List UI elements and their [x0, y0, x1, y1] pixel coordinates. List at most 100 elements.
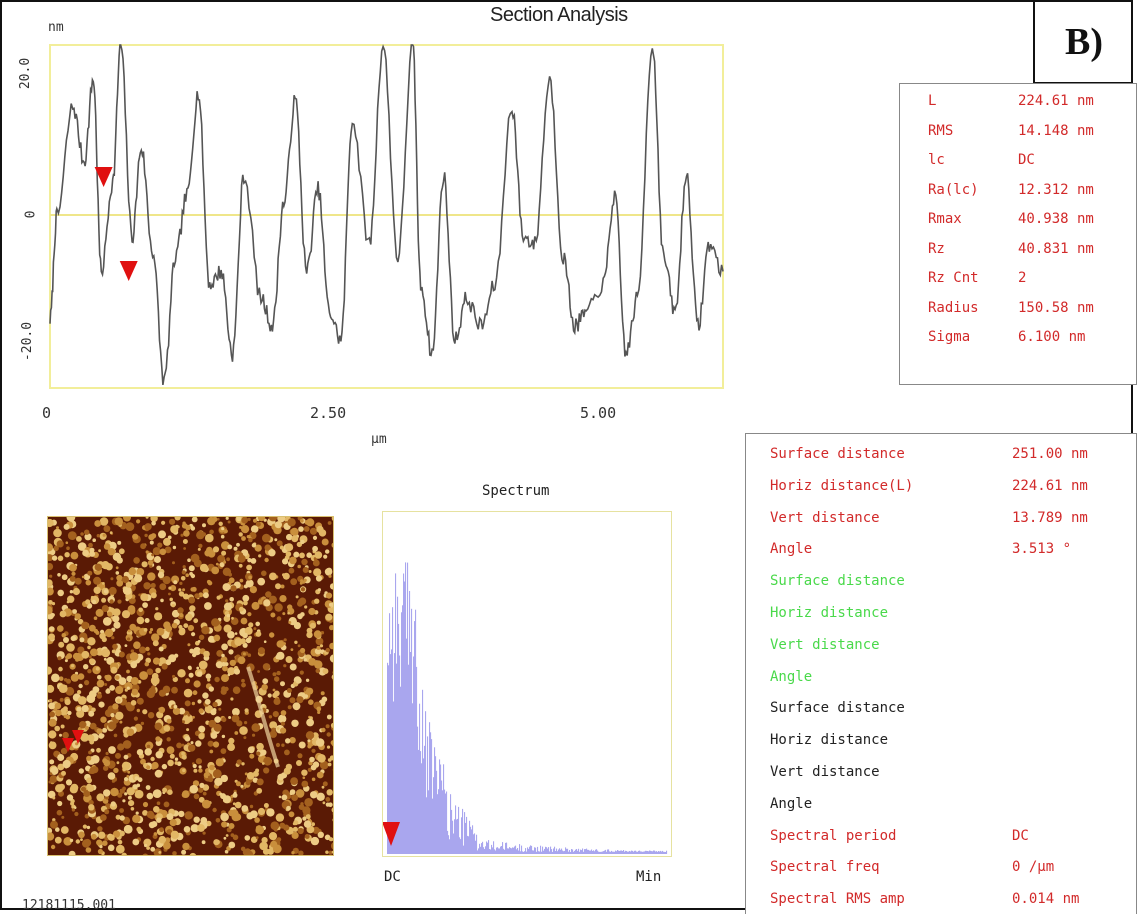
spectrum-bar: [578, 848, 580, 854]
afm-grain: [96, 693, 103, 699]
afm-grain: [242, 632, 248, 639]
spectrum-bar: [634, 850, 636, 854]
afm-grain: [169, 819, 177, 827]
spectrum-bar: [397, 596, 399, 854]
afm-grain: [154, 556, 161, 563]
afm-grain: [142, 602, 148, 608]
afm-grain: [280, 721, 285, 726]
afm-grain: [144, 523, 152, 531]
afm-grain: [220, 748, 227, 754]
afm-height-image[interactable]: [47, 516, 334, 856]
afm-grain: [96, 534, 100, 538]
spectrum-bar: [413, 656, 415, 854]
afm-grain: [202, 791, 207, 796]
afm-grain: [136, 519, 141, 524]
afm-grain: [89, 547, 95, 553]
afm-grain: [276, 640, 285, 648]
afm-grain: [298, 741, 306, 749]
afm-grain: [189, 648, 195, 654]
afm-grain: [145, 646, 150, 652]
afm-grain: [190, 741, 194, 745]
spectrum-bar: [550, 846, 552, 854]
afm-grain: [231, 616, 234, 620]
afm-grain: [163, 537, 171, 546]
afm-grain: [317, 710, 321, 714]
afm-grain: [102, 582, 105, 585]
afm-grain: [98, 733, 105, 739]
afm-grain: [78, 831, 85, 839]
spectrum-bar: [445, 793, 447, 854]
afm-grain: [255, 621, 260, 627]
afm-grain: [194, 593, 200, 599]
afm-grain: [154, 612, 163, 621]
afm-grain: [188, 596, 196, 604]
afm-grain: [276, 837, 282, 842]
afm-grain: [220, 534, 225, 539]
afm-grain: [312, 545, 318, 552]
afm-grain: [71, 664, 75, 668]
spectrum-bar: [665, 852, 667, 854]
afm-grain: [156, 627, 165, 636]
afm-grain: [197, 699, 202, 704]
spectrum-bar: [434, 747, 436, 854]
afm-grain: [196, 666, 200, 670]
afm-grain: [270, 821, 280, 830]
afm-grain: [176, 742, 183, 749]
spectrum-bar: [622, 851, 624, 854]
spectrum-bar: [617, 850, 619, 854]
spectrum-bar: [636, 851, 638, 854]
afm-grain: [149, 628, 154, 632]
afm-grain: [274, 521, 282, 529]
afm-grain: [325, 850, 329, 854]
measurement-value: 224.61 nm: [1012, 477, 1088, 494]
afm-grain: [100, 814, 107, 821]
afm-grain: [297, 753, 303, 759]
afm-grain: [256, 778, 264, 786]
spectrum-bar: [591, 849, 593, 854]
afm-grain: [77, 673, 85, 680]
afm-grain: [233, 668, 240, 675]
afm-grain: [292, 826, 298, 832]
afm-grain: [263, 767, 270, 774]
stat-value: DC: [1018, 152, 1035, 168]
spectrum-bar: [523, 851, 525, 854]
stat-label: lc: [928, 152, 945, 168]
spectrum-chart[interactable]: [382, 512, 673, 858]
profile-cursor-marker[interactable]: [119, 261, 138, 281]
afm-grain: [298, 526, 304, 532]
afm-grain: [134, 574, 143, 583]
afm-grain: [223, 560, 227, 564]
afm-grain: [227, 520, 231, 524]
afm-grain: [220, 774, 228, 783]
afm-grain: [214, 839, 220, 845]
spectrum-bar: [659, 851, 661, 854]
spectrum-plot-frame: [382, 511, 672, 857]
afm-grain: [237, 656, 246, 665]
afm-grain: [311, 748, 316, 753]
afm-grain: [325, 724, 330, 729]
afm-grain: [299, 552, 305, 559]
afm-grain: [200, 817, 208, 824]
afm-grain: [99, 632, 106, 640]
afm-grain: [88, 690, 97, 698]
afm-grain: [65, 655, 70, 660]
afm-grain: [297, 613, 303, 620]
afm-grain: [115, 566, 119, 570]
spectrum-bar: [625, 850, 627, 854]
measurement-label: Surface distance: [770, 446, 905, 462]
afm-grain: [278, 714, 287, 723]
afm-grain: [274, 538, 278, 542]
afm-grain: [49, 711, 55, 718]
afm-grain: [60, 826, 69, 834]
afm-grain: [181, 743, 185, 747]
spectrum-bar: [405, 562, 407, 854]
spectrum-bar: [559, 848, 561, 854]
stat-value: 224.61 nm: [1018, 93, 1094, 109]
afm-grain: [107, 772, 116, 780]
spectrum-bar: [508, 848, 510, 854]
afm-grain: [191, 632, 196, 637]
spectrum-bar: [574, 850, 576, 854]
afm-grain: [117, 540, 122, 545]
afm-grain: [88, 804, 95, 811]
afm-grain: [247, 612, 252, 617]
